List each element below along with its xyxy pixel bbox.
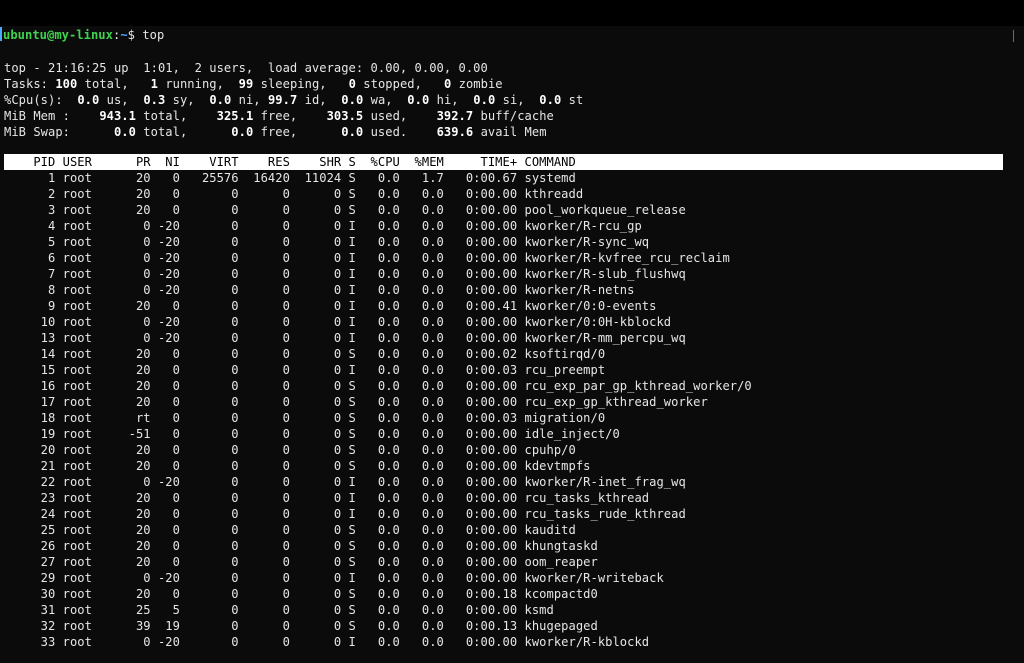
process-table-header: PID USER PR NI VIRT RES SHR S %CPU %MEM … bbox=[4, 155, 576, 169]
table-row: 3 root 20 0 0 0 0 S 0.0 0.0 0:00.00 pool… bbox=[4, 203, 686, 217]
swap-free: 0.0 bbox=[231, 125, 254, 139]
table-row: 31 root 25 5 0 0 0 S 0.0 0.0 0:00.00 ksm… bbox=[4, 603, 554, 617]
table-row: 30 root 20 0 0 0 0 S 0.0 0.0 0:00.18 kco… bbox=[4, 587, 598, 601]
table-row: 32 root 39 19 0 0 0 S 0.0 0.0 0:00.13 kh… bbox=[4, 619, 598, 633]
table-row: 20 root 20 0 0 0 0 S 0.0 0.0 0:00.00 cpu… bbox=[4, 443, 576, 457]
table-row: 24 root 20 0 0 0 0 I 0.0 0.0 0:00.00 rcu… bbox=[4, 507, 686, 521]
tasks-total: 100 bbox=[55, 77, 78, 91]
table-row: 33 root 0 -20 0 0 0 I 0.0 0.0 0:00.00 kw… bbox=[4, 635, 650, 649]
prompt-path: ~ bbox=[120, 28, 128, 42]
table-row: 8 root 0 -20 0 0 0 I 0.0 0.0 0:00.00 kwo… bbox=[4, 283, 635, 297]
shell-prompt-line: ubuntu@my-linux:~$ top bbox=[0, 27, 164, 43]
cpu-text-e: id, bbox=[297, 93, 342, 107]
tasks-text-b: total, bbox=[77, 77, 151, 91]
mem-label: MiB Mem : bbox=[4, 109, 100, 123]
mem-text-d: used, bbox=[363, 109, 437, 123]
cpu-hi: 0.0 bbox=[407, 93, 430, 107]
table-row: 9 root 20 0 0 0 0 I 0.0 0.0 0:00.41 kwor… bbox=[4, 299, 657, 313]
cpu-text-i: st bbox=[561, 93, 584, 107]
table-row: 14 root 20 0 0 0 0 S 0.0 0.0 0:00.02 kso… bbox=[4, 347, 606, 361]
summary-mem-line: MiB Mem : 943.1 total, 325.1 free, 303.5… bbox=[4, 108, 554, 124]
tasks-text-f: zombie bbox=[451, 77, 503, 91]
cpu-text-b: us, bbox=[99, 93, 144, 107]
cpu-text-d: ni, bbox=[231, 93, 268, 107]
mem-used: 303.5 bbox=[326, 109, 364, 123]
table-row: 5 root 0 -20 0 0 0 I 0.0 0.0 0:00.00 kwo… bbox=[4, 235, 650, 249]
table-row: 13 root 0 -20 0 0 0 I 0.0 0.0 0:00.00 kw… bbox=[4, 331, 686, 345]
cpu-text-c: sy, bbox=[165, 93, 210, 107]
cpu-id: 99.7 bbox=[267, 93, 298, 107]
prompt-command: top bbox=[142, 28, 165, 42]
cpu-si: 0.0 bbox=[473, 93, 496, 107]
swap-used: 0.0 bbox=[341, 125, 364, 139]
scrollbar[interactable] bbox=[1013, 30, 1014, 42]
tasks-sleeping: 99 bbox=[238, 77, 254, 91]
cpu-text-h: si, bbox=[495, 93, 540, 107]
cpu-sy: 0.3 bbox=[143, 93, 166, 107]
table-row: 7 root 0 -20 0 0 0 I 0.0 0.0 0:00.00 kwo… bbox=[4, 267, 686, 281]
prompt-user-host: ubuntu@my-linux bbox=[3, 28, 113, 42]
table-row: 2 root 20 0 0 0 0 S 0.0 0.0 0:00.00 kthr… bbox=[4, 187, 584, 201]
mem-text-b: total, bbox=[135, 109, 217, 123]
swap-text-e: avail Mem bbox=[473, 125, 547, 139]
process-table-body: 1 root 20 0 25576 16420 11024 S 0.0 1.7 … bbox=[4, 170, 752, 650]
cpu-ni: 0.0 bbox=[209, 93, 232, 107]
swap-text-b: total, bbox=[135, 125, 232, 139]
window-top-bar bbox=[0, 0, 1024, 26]
table-row: 16 root 20 0 0 0 0 S 0.0 0.0 0:00.00 rcu… bbox=[4, 379, 752, 393]
table-row: 26 root 20 0 0 0 0 S 0.0 0.0 0:00.00 khu… bbox=[4, 539, 598, 553]
mem-text-e: buff/cache bbox=[473, 109, 554, 123]
cpu-us: 0.0 bbox=[77, 93, 100, 107]
mem-cache: 392.7 bbox=[436, 109, 474, 123]
swap-text-c: free, bbox=[253, 125, 342, 139]
mem-total: 943.1 bbox=[99, 109, 136, 123]
prompt-symbol: $ bbox=[127, 28, 143, 42]
swap-text-d: used. bbox=[363, 125, 437, 139]
tasks-running: 1 bbox=[150, 77, 158, 91]
swap-label: MiB Swap: bbox=[4, 125, 114, 139]
table-row: 18 root rt 0 0 0 0 S 0.0 0.0 0:00.03 mig… bbox=[4, 411, 606, 425]
mem-free: 325.1 bbox=[216, 109, 254, 123]
table-row: 29 root 0 -20 0 0 0 I 0.0 0.0 0:00.00 kw… bbox=[4, 571, 664, 585]
table-row: 10 root 0 -20 0 0 0 I 0.0 0.0 0:00.00 kw… bbox=[4, 315, 672, 329]
tasks-stopped: 0 bbox=[348, 77, 356, 91]
summary-uptime-line: top - 21:16:25 up 1:01, 2 users, load av… bbox=[4, 61, 488, 75]
summary-cpu-line: %Cpu(s): 0.0 us, 0.3 sy, 0.0 ni, 99.7 id… bbox=[4, 92, 583, 108]
cpu-wa: 0.0 bbox=[341, 93, 364, 107]
cpu-text-g: hi, bbox=[429, 93, 474, 107]
table-row: 23 root 20 0 0 0 0 I 0.0 0.0 0:00.00 rcu… bbox=[4, 491, 650, 505]
summary-tasks-line: Tasks: 100 total, 1 running, 99 sleeping… bbox=[4, 76, 503, 92]
table-row: 25 root 20 0 0 0 0 S 0.0 0.0 0:00.00 kau… bbox=[4, 523, 576, 537]
table-row: 19 root -51 0 0 0 0 S 0.0 0.0 0:00.00 id… bbox=[4, 427, 620, 441]
tasks-text-e: stopped, bbox=[355, 77, 444, 91]
table-row: 6 root 0 -20 0 0 0 I 0.0 0.0 0:00.00 kwo… bbox=[4, 251, 730, 265]
swap-avail: 639.6 bbox=[436, 125, 474, 139]
summary-swap-line: MiB Swap: 0.0 total, 0.0 free, 0.0 used.… bbox=[4, 124, 547, 140]
table-row: 1 root 20 0 25576 16420 11024 S 0.0 1.7 … bbox=[4, 171, 576, 185]
cursor-marker bbox=[0, 27, 2, 41]
table-row: 15 root 20 0 0 0 0 I 0.0 0.0 0:00.03 rcu… bbox=[4, 363, 606, 377]
tasks-text-c: running, bbox=[157, 77, 239, 91]
table-row: 22 root 0 -20 0 0 0 I 0.0 0.0 0:00.00 kw… bbox=[4, 475, 686, 489]
cpu-st: 0.0 bbox=[539, 93, 562, 107]
tasks-label: Tasks: bbox=[4, 77, 56, 91]
swap-total: 0.0 bbox=[113, 125, 136, 139]
mem-text-c: free, bbox=[253, 109, 327, 123]
cpu-label: %Cpu(s): bbox=[4, 93, 78, 107]
table-row: 4 root 0 -20 0 0 0 I 0.0 0.0 0:00.00 kwo… bbox=[4, 219, 642, 233]
cpu-text-f: wa, bbox=[363, 93, 408, 107]
table-row: 21 root 20 0 0 0 0 S 0.0 0.0 0:00.00 kde… bbox=[4, 459, 591, 473]
tasks-text-d: sleeping, bbox=[253, 77, 349, 91]
table-row: 27 root 20 0 0 0 0 S 0.0 0.0 0:00.00 oom… bbox=[4, 555, 598, 569]
table-row: 17 root 20 0 0 0 0 S 0.0 0.0 0:00.00 rcu… bbox=[4, 395, 708, 409]
